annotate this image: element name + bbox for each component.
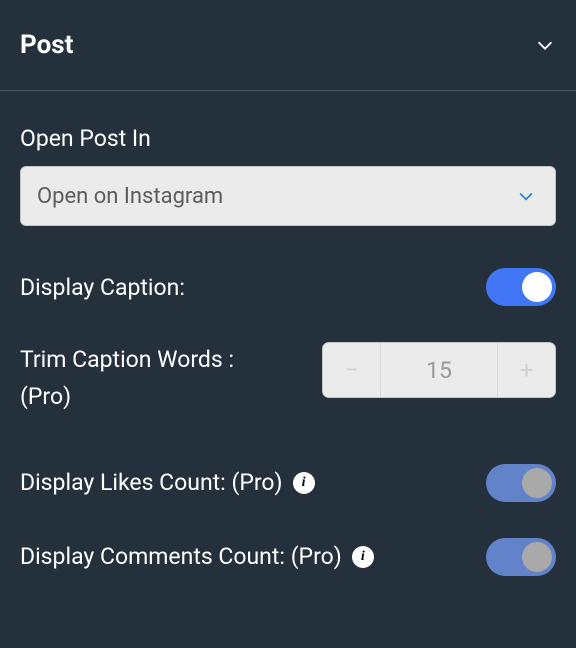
- display-caption-label: Display Caption:: [20, 274, 185, 301]
- info-icon[interactable]: i: [352, 546, 374, 568]
- toggle-knob: [522, 468, 552, 498]
- chevron-down-icon[interactable]: [534, 34, 556, 56]
- panel-title: Post: [20, 30, 73, 60]
- trim-caption-stepper[interactable]: − 15 +: [322, 342, 556, 398]
- open-post-in-select[interactable]: Open on Instagram: [20, 166, 556, 226]
- trim-caption-label-line2: (Pro): [20, 379, 234, 416]
- display-likes-label: Display Likes Count: (Pro) i: [20, 469, 315, 496]
- trim-caption-label-line1: Trim Caption Words :: [20, 342, 234, 379]
- display-caption-row: Display Caption:: [20, 268, 556, 306]
- info-icon[interactable]: i: [293, 472, 315, 494]
- stepper-minus-button[interactable]: −: [323, 343, 381, 397]
- trim-caption-row: Trim Caption Words : (Pro) − 15 +: [20, 342, 556, 416]
- display-comments-toggle[interactable]: [486, 538, 556, 576]
- display-comments-label: Display Comments Count: (Pro) i: [20, 543, 374, 570]
- stepper-value[interactable]: 15: [381, 343, 497, 397]
- display-caption-toggle[interactable]: [486, 268, 556, 306]
- panel-header[interactable]: Post: [0, 0, 576, 91]
- open-post-in-label: Open Post In: [20, 125, 556, 152]
- stepper-plus-button[interactable]: +: [497, 343, 555, 397]
- trim-caption-label: Trim Caption Words : (Pro): [20, 342, 234, 416]
- toggle-knob: [522, 542, 552, 572]
- open-post-in-selected[interactable]: Open on Instagram: [20, 166, 556, 226]
- toggle-knob: [522, 272, 552, 302]
- display-likes-row: Display Likes Count: (Pro) i: [20, 464, 556, 502]
- display-likes-label-text: Display Likes Count: (Pro): [20, 469, 283, 496]
- display-comments-label-text: Display Comments Count: (Pro): [20, 543, 342, 570]
- panel-body: Open Post In Open on Instagram Display C…: [0, 91, 576, 632]
- display-comments-row: Display Comments Count: (Pro) i: [20, 538, 556, 576]
- display-likes-toggle[interactable]: [486, 464, 556, 502]
